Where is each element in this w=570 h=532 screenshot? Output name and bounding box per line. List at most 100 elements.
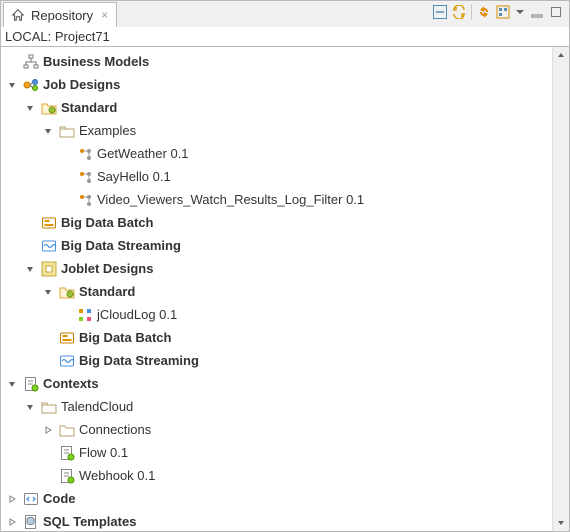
- folder-std-icon: [41, 100, 57, 116]
- stream-icon: [41, 238, 57, 254]
- tree-node[interactable]: Joblet Designs: [1, 257, 552, 280]
- tree-node-label: Job Designs: [43, 77, 120, 92]
- repository-tree[interactable]: Business Models Job Designs Standard Exampl…: [1, 47, 552, 531]
- folder-icon: [59, 123, 75, 139]
- vertical-scrollbar[interactable]: [552, 47, 569, 531]
- contexts-icon: [23, 376, 39, 392]
- collapse-all-icon[interactable]: [433, 5, 447, 19]
- tree-node[interactable]: Standard: [1, 280, 552, 303]
- view-menu-icon[interactable]: [515, 5, 525, 19]
- tree-node-label: Big Data Streaming: [79, 353, 199, 368]
- tree-node[interactable]: Big Data Streaming: [1, 349, 552, 372]
- tree-node[interactable]: TalendCloud: [1, 395, 552, 418]
- twist-collapsed-icon[interactable]: [5, 515, 19, 529]
- tree-node-label: jCloudLog 0.1: [97, 307, 177, 322]
- tree-node[interactable]: Job Designs: [1, 73, 552, 96]
- twist-expanded-icon[interactable]: [23, 262, 37, 276]
- tree-node[interactable]: Webhook 0.1: [1, 464, 552, 487]
- tree-node-label: TalendCloud: [61, 399, 133, 414]
- home-icon: [10, 7, 26, 23]
- tree-node-label: Contexts: [43, 376, 99, 391]
- tree-node[interactable]: Flow 0.1: [1, 441, 552, 464]
- twist-expanded-icon[interactable]: [23, 400, 37, 414]
- tree-node[interactable]: Big Data Batch: [1, 211, 552, 234]
- twist-none: [23, 239, 37, 253]
- tree-node-label: Code: [43, 491, 76, 506]
- tree-node-label: Big Data Batch: [79, 330, 171, 345]
- tree-node[interactable]: SayHello 0.1: [1, 165, 552, 188]
- project-path: LOCAL: Project71: [1, 27, 569, 47]
- tree-node[interactable]: Examples: [1, 119, 552, 142]
- tree-node-label: Video_Viewers_Watch_Results_Log_Filter 0…: [97, 192, 364, 207]
- twist-expanded-icon[interactable]: [5, 377, 19, 391]
- tree-node[interactable]: Video_Viewers_Watch_Results_Log_Filter 0…: [1, 188, 552, 211]
- tree-node[interactable]: Code: [1, 487, 552, 510]
- tree-node-label: Standard: [79, 284, 135, 299]
- minimize-icon[interactable]: [530, 5, 544, 19]
- joblet-root-icon: [41, 261, 57, 277]
- tree-node-label: Big Data Streaming: [61, 238, 181, 253]
- tree-node-label: Big Data Batch: [61, 215, 153, 230]
- tree-node-label: Webhook 0.1: [79, 468, 155, 483]
- twist-none: [59, 170, 73, 184]
- twist-none: [5, 55, 19, 69]
- view-toolbar: [433, 4, 563, 20]
- twist-collapsed-icon[interactable]: [41, 423, 55, 437]
- tree-node-label: Business Models: [43, 54, 149, 69]
- job-icon: [77, 192, 93, 208]
- batch-icon: [59, 330, 75, 346]
- repository-tab[interactable]: Repository ×: [3, 2, 117, 27]
- folder-closed-icon: [59, 422, 75, 438]
- tree-node-label: Connections: [79, 422, 151, 437]
- code-icon: [23, 491, 39, 507]
- twist-none: [59, 193, 73, 207]
- tree-node[interactable]: Business Models: [1, 50, 552, 73]
- tree-node-label: SayHello 0.1: [97, 169, 171, 184]
- twist-expanded-icon[interactable]: [23, 101, 37, 115]
- tree-node[interactable]: Standard: [1, 96, 552, 119]
- twist-expanded-icon[interactable]: [5, 78, 19, 92]
- tree-node-label: Flow 0.1: [79, 445, 128, 460]
- stream-icon: [59, 353, 75, 369]
- tree-node[interactable]: SQL Templates: [1, 510, 552, 531]
- sync-icon[interactable]: [477, 5, 491, 19]
- tab-bar: Repository ×: [1, 1, 569, 27]
- twist-expanded-icon[interactable]: [41, 285, 55, 299]
- maximize-icon[interactable]: [549, 5, 563, 19]
- twist-expanded-icon[interactable]: [41, 124, 55, 138]
- tree-node[interactable]: Contexts: [1, 372, 552, 395]
- toolbar-separator: [471, 4, 472, 20]
- twist-none: [23, 216, 37, 230]
- batch-icon: [41, 215, 57, 231]
- tree-node-label: SQL Templates: [43, 514, 136, 529]
- twist-none: [59, 147, 73, 161]
- context-icon: [59, 445, 75, 461]
- tree-node[interactable]: jCloudLog 0.1: [1, 303, 552, 326]
- tree-node-label: GetWeather 0.1: [97, 146, 189, 161]
- tree-node-label: Examples: [79, 123, 136, 138]
- twist-none: [59, 308, 73, 322]
- twist-none: [41, 354, 55, 368]
- joblet-icon: [77, 307, 93, 323]
- filter-icon[interactable]: [496, 5, 510, 19]
- twist-none: [41, 331, 55, 345]
- refresh-icon[interactable]: [452, 5, 466, 19]
- tree-node[interactable]: Big Data Streaming: [1, 234, 552, 257]
- twist-none: [41, 446, 55, 460]
- job-icon: [77, 169, 93, 185]
- job-root-icon: [23, 77, 39, 93]
- tab-close-icon[interactable]: ×: [101, 8, 108, 22]
- biz-models-icon: [23, 54, 39, 70]
- tree-node[interactable]: Connections: [1, 418, 552, 441]
- twist-none: [41, 469, 55, 483]
- tree-node[interactable]: Big Data Batch: [1, 326, 552, 349]
- tree-node-label: Standard: [61, 100, 117, 115]
- job-icon: [77, 146, 93, 162]
- scroll-up-arrow[interactable]: [553, 47, 569, 63]
- folder-std-icon: [59, 284, 75, 300]
- tree-node[interactable]: GetWeather 0.1: [1, 142, 552, 165]
- context-icon: [59, 468, 75, 484]
- twist-collapsed-icon[interactable]: [5, 492, 19, 506]
- scroll-down-arrow[interactable]: [553, 515, 569, 531]
- sql-icon: [23, 514, 39, 530]
